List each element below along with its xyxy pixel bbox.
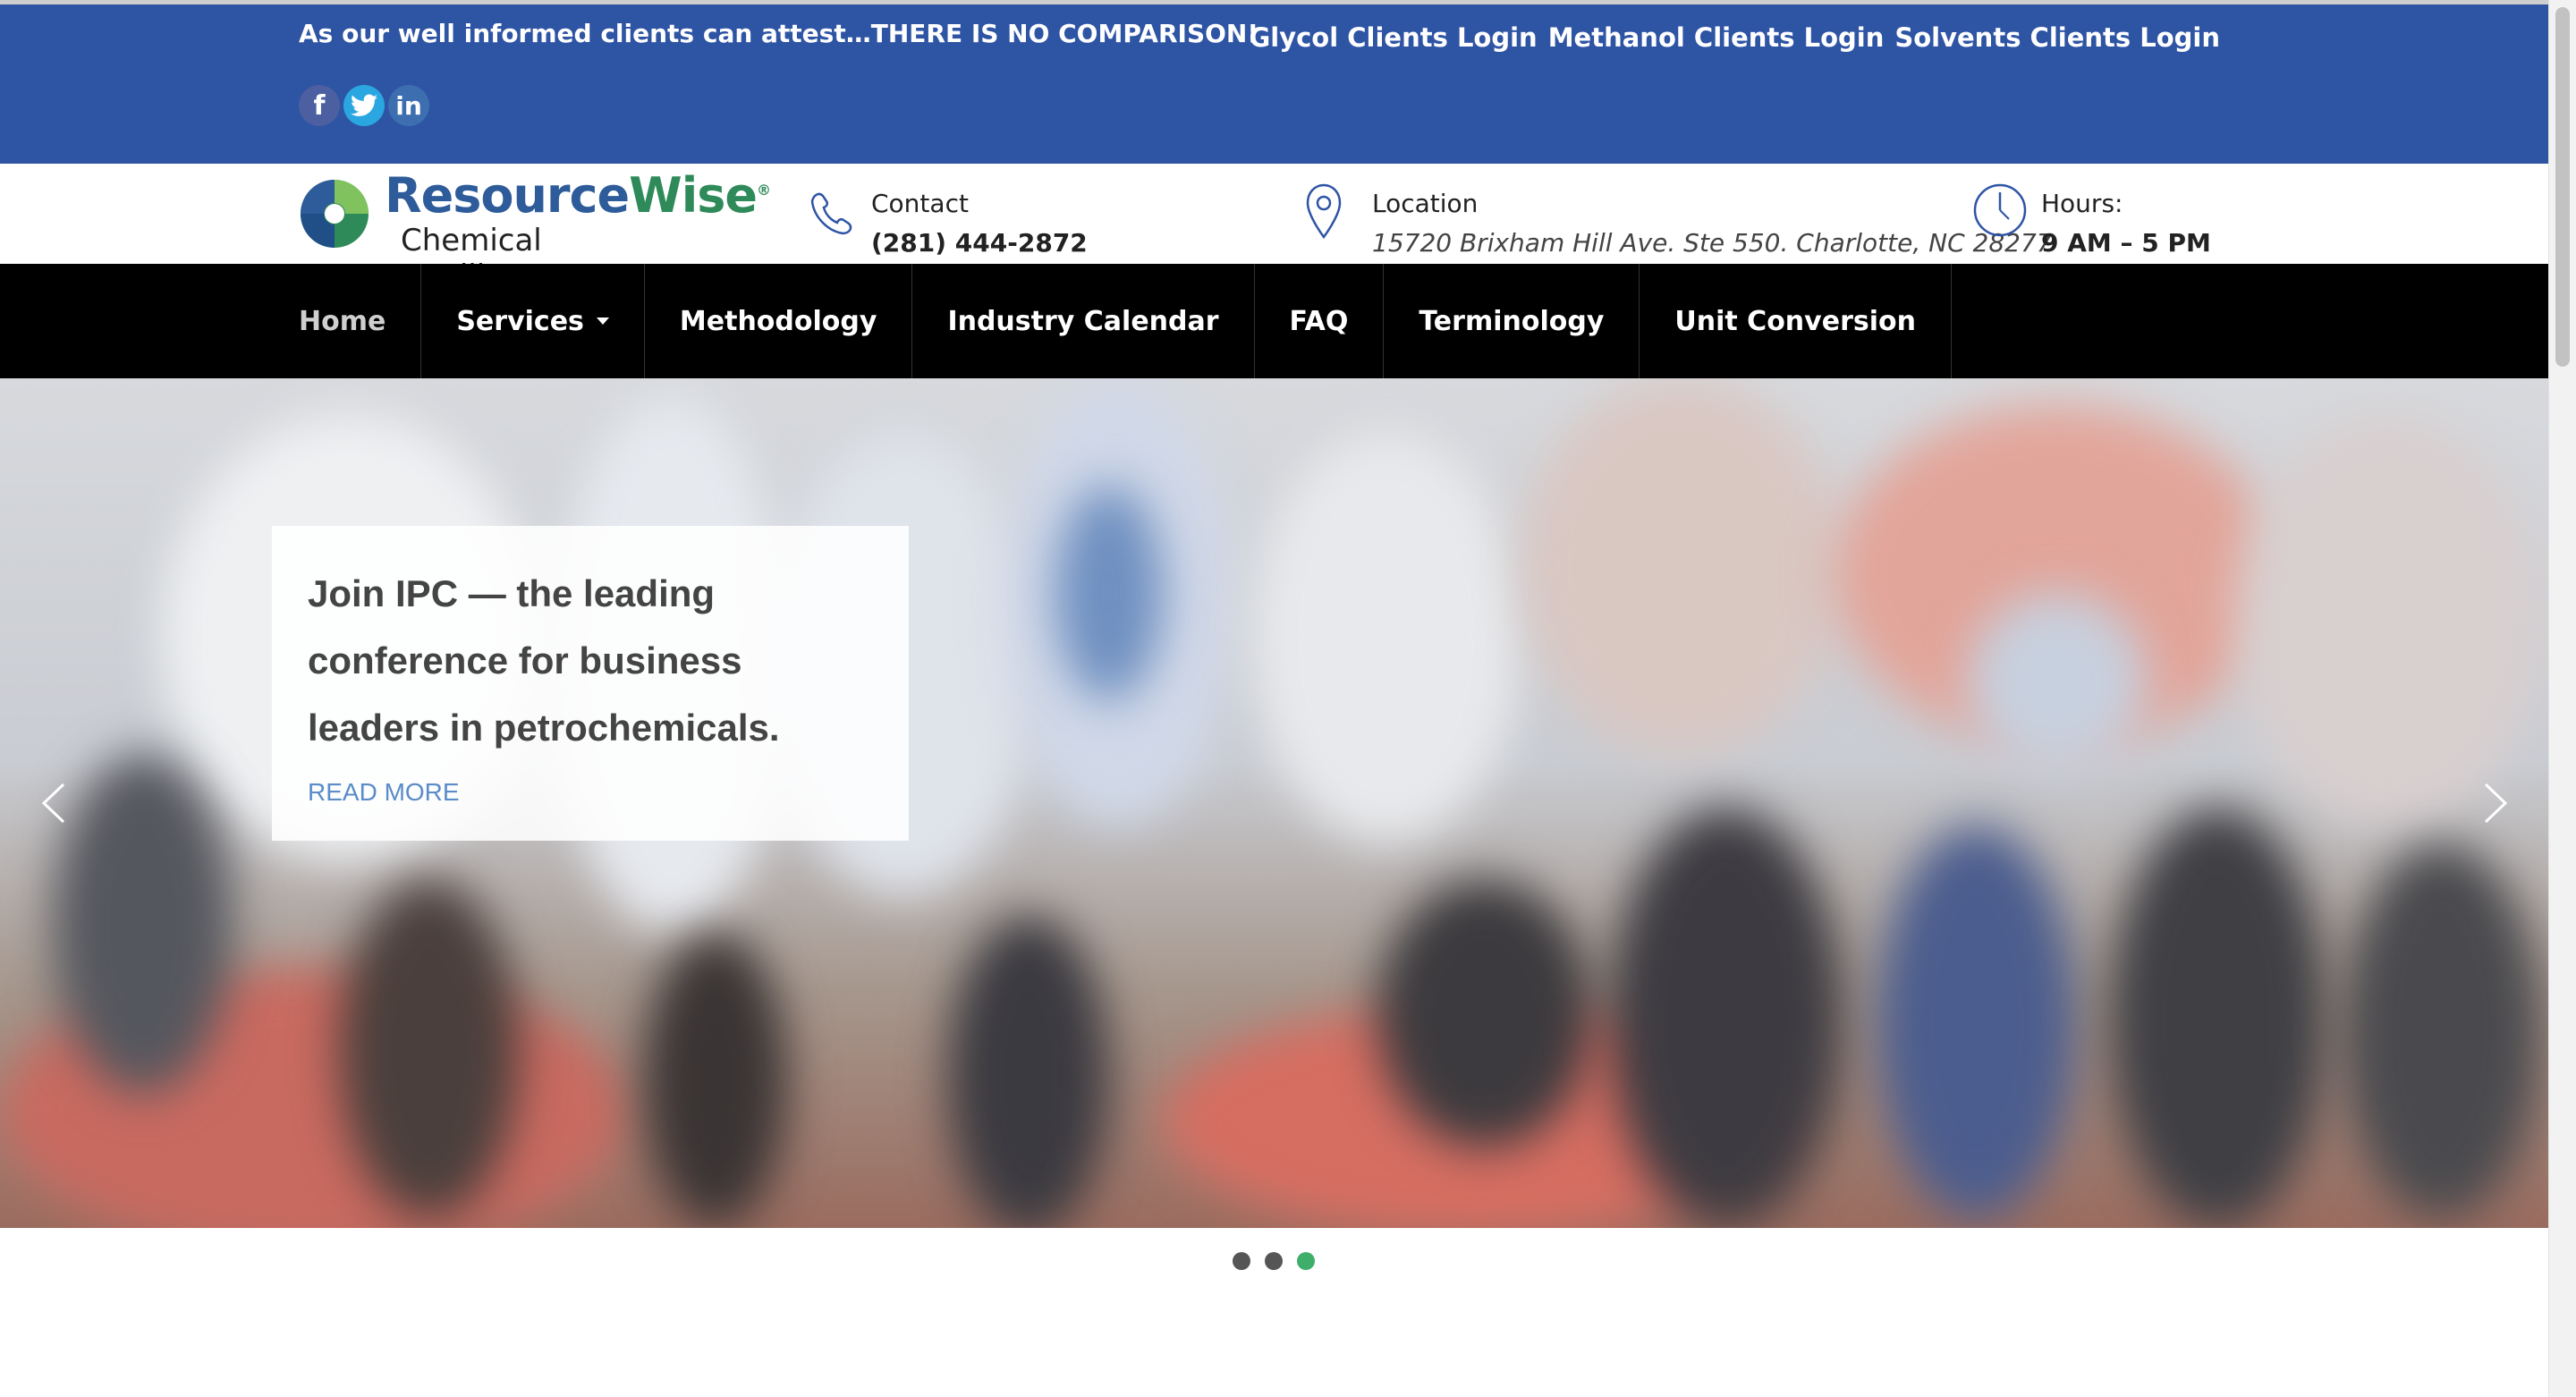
contact-label: Contact — [871, 189, 969, 218]
scrollbar-thumb[interactable] — [2555, 7, 2570, 367]
contact-phone[interactable]: (281) 444-2872 — [871, 228, 1088, 258]
linkedin-icon[interactable]: in — [388, 85, 429, 126]
social-links: f in — [299, 85, 429, 126]
map-pin-icon — [1306, 183, 1342, 240]
methanol-login-link[interactable]: Methanol Clients Login — [1548, 22, 1885, 53]
twitter-icon[interactable] — [343, 85, 385, 126]
chevron-right-icon[interactable] — [2482, 781, 2509, 826]
logo[interactable]: ResourceWise® Chemical Intelligence — [299, 167, 771, 294]
read-more-link[interactable]: READ MORE — [308, 778, 460, 807]
phone-icon — [810, 192, 852, 235]
logo-wordmark: ResourceWise® — [385, 167, 771, 224]
slider-dot-3[interactable] — [1297, 1252, 1315, 1270]
hours-value: 9 AM – 5 PM — [2041, 228, 2211, 258]
caret-down-icon — [596, 318, 609, 325]
slider-dot-1[interactable] — [1233, 1252, 1250, 1270]
client-logins: Glycol Clients Login Methanol Clients Lo… — [1249, 22, 2220, 53]
top-bar: As our well informed clients can attest…… — [0, 4, 2549, 164]
nav-item-home[interactable]: Home — [299, 264, 422, 378]
location-address: 15720 Brixham Hill Ave. Ste 550. Charlot… — [1372, 228, 2053, 258]
location-label: Location — [1372, 189, 1479, 218]
clock-icon — [1973, 183, 2027, 237]
site-header: ResourceWise® Chemical Intelligence Cont… — [0, 164, 2549, 294]
slider-dot-2[interactable] — [1265, 1252, 1283, 1270]
solvents-login-link[interactable]: Solvents Clients Login — [1894, 22, 2220, 53]
hero-caption-card: Join IPC — the leading conference for bu… — [272, 526, 909, 841]
main-nav: Home Services Methodology Industry Calen… — [0, 264, 2549, 378]
chevron-left-icon[interactable] — [40, 781, 67, 826]
nav-item-terminology[interactable]: Terminology — [1384, 264, 1640, 378]
hero-slider: Join IPC — the leading conference for bu… — [0, 378, 2549, 1228]
vertical-scrollbar[interactable] — [2548, 0, 2576, 1397]
nav-item-faq[interactable]: FAQ — [1255, 264, 1385, 378]
nav-item-industry-calendar[interactable]: Industry Calendar — [912, 264, 1255, 378]
hours-label: Hours: — [2041, 189, 2123, 218]
nav-item-services[interactable]: Services — [421, 264, 645, 378]
slider-pagination — [1233, 1252, 1315, 1270]
nav-item-methodology[interactable]: Methodology — [645, 264, 913, 378]
logo-mark-icon — [301, 180, 369, 248]
tagline: As our well informed clients can attest…… — [299, 19, 1259, 48]
nav-item-unit-conversion[interactable]: Unit Conversion — [1640, 264, 1952, 378]
glycol-login-link[interactable]: Glycol Clients Login — [1249, 22, 1537, 53]
facebook-icon[interactable]: f — [299, 85, 340, 126]
hero-headline: Join IPC — the leading conference for bu… — [308, 572, 780, 749]
